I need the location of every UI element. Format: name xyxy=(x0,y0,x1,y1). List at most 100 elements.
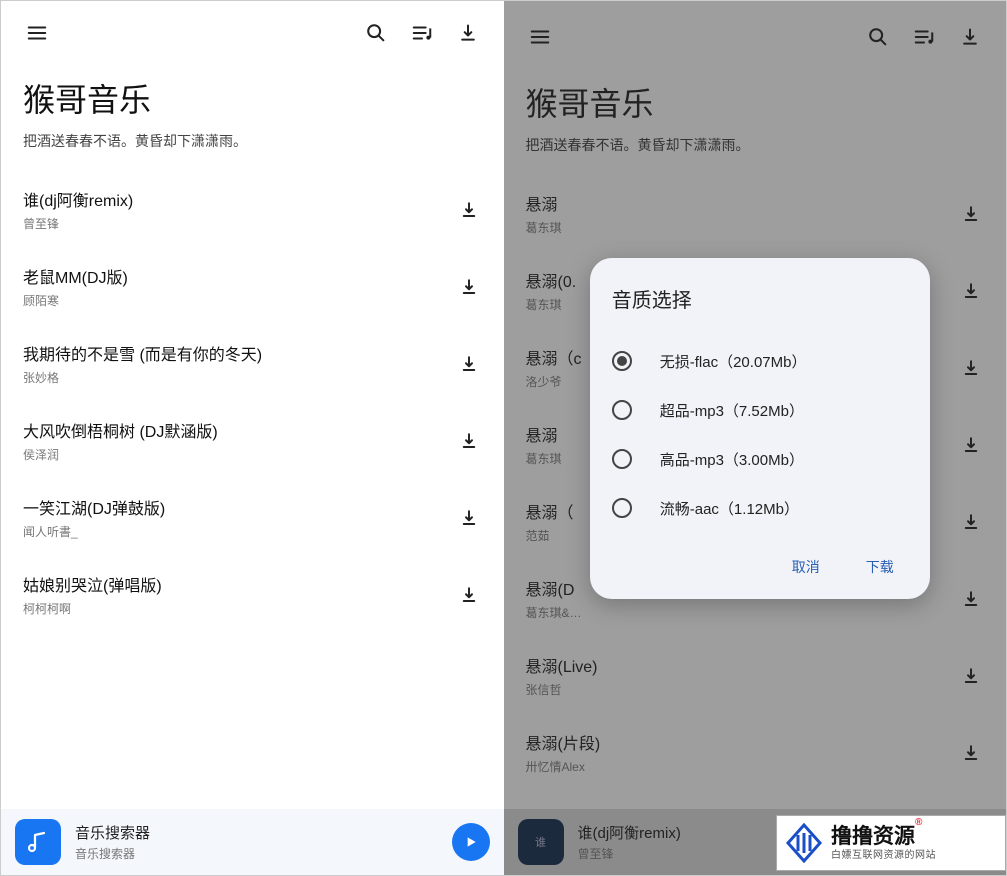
playlist-icon[interactable] xyxy=(404,15,440,51)
song-download-button[interactable] xyxy=(456,582,482,608)
topbar-right xyxy=(504,1,1007,69)
song-info: 悬溺(片段) 卅忆情Alex xyxy=(526,730,951,775)
song-artist: 柯柯柯啊 xyxy=(23,600,448,617)
song-artist: 顾陌寒 xyxy=(23,292,448,309)
quality-option[interactable]: 流畅-aac（1.12Mb） xyxy=(612,484,908,533)
song-artist: 侯泽润 xyxy=(23,446,448,463)
watermark-logo-icon xyxy=(783,822,825,864)
song-artist: 张信哲 xyxy=(526,681,951,698)
player-subtitle: 音乐搜索器 xyxy=(75,845,452,862)
song-download-button[interactable] xyxy=(456,505,482,531)
album-cover: 谁 xyxy=(518,819,564,865)
watermark-subtitle: 白嫖互联网资源的网站 xyxy=(831,850,936,862)
song-artist: 闻人听書_ xyxy=(23,523,448,540)
quality-option-label: 高品-mp3（3.00Mb） xyxy=(660,449,804,470)
left-pane: 猴哥音乐 把酒送春春不语。黄昏却下潇潇雨。 谁(dj阿衡remix) 曾至锋老鼠M… xyxy=(1,1,504,875)
music-note-icon xyxy=(15,819,61,865)
app-title: 猴哥音乐 xyxy=(526,79,985,125)
watermark-reg: ® xyxy=(915,817,922,828)
dialog-title: 音质选择 xyxy=(612,284,908,313)
radio-icon xyxy=(612,449,632,469)
song-row[interactable]: 老鼠MM(DJ版) 顾陌寒 xyxy=(1,248,504,325)
menu-icon[interactable] xyxy=(19,15,55,51)
header-left: 猴哥音乐 把酒送春春不语。黄昏却下潇潇雨。 xyxy=(1,65,504,171)
download-button[interactable]: 下载 xyxy=(862,551,898,583)
song-info: 大风吹倒梧桐树 (DJ默涵版) 侯泽润 xyxy=(23,418,448,463)
watermark: 撸撸资源® 白嫖互联网资源的网站 xyxy=(776,815,1006,871)
quality-option-label: 流畅-aac（1.12Mb） xyxy=(660,498,799,519)
song-info: 悬溺葛东琪 xyxy=(526,191,951,236)
quality-option-label: 超品-mp3（7.52Mb） xyxy=(660,400,804,421)
radio-icon xyxy=(612,400,632,420)
song-title: 老鼠MM(DJ版) xyxy=(23,264,448,288)
song-download-button[interactable] xyxy=(456,197,482,223)
menu-icon[interactable] xyxy=(522,19,558,55)
app-subtitle: 把酒送春春不语。黄昏却下潇潇雨。 xyxy=(526,135,985,155)
song-row[interactable]: 悬溺(Live) 张信哲 xyxy=(504,637,1007,714)
radio-icon xyxy=(612,498,632,518)
watermark-title: 撸撸资源 xyxy=(831,825,915,848)
song-info: 我期待的不是雪 (而是有你的冬天) 张妙格 xyxy=(23,341,448,386)
song-title: 悬溺(片段) xyxy=(526,730,951,754)
song-download-button[interactable] xyxy=(958,201,984,227)
header-right: 猴哥音乐 把酒送春春不语。黄昏却下潇潇雨。 xyxy=(504,69,1007,175)
song-info: 悬溺(Live) 张信哲 xyxy=(526,653,951,698)
search-icon[interactable] xyxy=(860,19,896,55)
song-download-button[interactable] xyxy=(958,278,984,304)
player-title: 音乐搜索器 xyxy=(75,822,452,843)
radio-icon xyxy=(612,351,632,371)
song-artist: 张妙格 xyxy=(23,369,448,386)
song-download-button[interactable] xyxy=(958,663,984,689)
quality-dialog: 音质选择 无损-flac（20.07Mb） 超品-mp3（7.52Mb） 高品-mp… xyxy=(590,258,930,599)
topbar-left xyxy=(1,1,504,65)
app-subtitle: 把酒送春春不语。黄昏却下潇潇雨。 xyxy=(23,131,482,151)
song-row[interactable]: 悬溺葛东琪 xyxy=(504,175,1007,252)
song-download-button[interactable] xyxy=(456,351,482,377)
quality-option[interactable]: 超品-mp3（7.52Mb） xyxy=(612,386,908,435)
song-title: 姑娘别哭泣(弹唱版) xyxy=(23,572,448,596)
playlist-icon[interactable] xyxy=(906,19,942,55)
song-title: 悬溺 xyxy=(526,191,951,215)
song-row[interactable]: 悬溺 xyxy=(504,791,1007,809)
right-pane: 猴哥音乐 把酒送春春不语。黄昏却下潇潇雨。 悬溺葛东琪悬溺(0.葛东琪悬溺（c洛… xyxy=(504,1,1007,875)
song-row[interactable]: 我期待的不是雪 (而是有你的冬天) 张妙格 xyxy=(1,325,504,402)
quality-option[interactable]: 高品-mp3（3.00Mb） xyxy=(612,435,908,484)
song-download-button[interactable] xyxy=(456,274,482,300)
song-info: 姑娘别哭泣(弹唱版) 柯柯柯啊 xyxy=(23,572,448,617)
song-row[interactable]: 大风吹倒梧桐树 (DJ默涵版) 侯泽润 xyxy=(1,402,504,479)
song-title: 悬溺(Live) xyxy=(526,653,951,677)
song-row[interactable]: 谁(dj阿衡remix) 曾至锋 xyxy=(1,171,504,248)
song-download-button[interactable] xyxy=(958,355,984,381)
song-artist: 葛东琪 xyxy=(526,219,951,236)
search-icon[interactable] xyxy=(358,15,394,51)
song-title: 一笑江湖(DJ弹鼓版) xyxy=(23,495,448,519)
song-artist: 葛东琪&… xyxy=(526,604,951,621)
app-title: 猴哥音乐 xyxy=(23,75,482,121)
dialog-actions: 取消 下载 xyxy=(612,533,908,583)
song-row[interactable]: 姑娘别哭泣(弹唱版) 柯柯柯啊 xyxy=(1,556,504,633)
song-artist: 曾至锋 xyxy=(23,215,448,232)
song-download-button[interactable] xyxy=(958,509,984,535)
player-bar-left[interactable]: 音乐搜索器 音乐搜索器 xyxy=(1,809,504,875)
download-icon[interactable] xyxy=(952,19,988,55)
song-title: 大风吹倒梧桐树 (DJ默涵版) xyxy=(23,418,448,442)
song-artist: 卅忆情Alex xyxy=(526,758,951,775)
song-title: 我期待的不是雪 (而是有你的冬天) xyxy=(23,341,448,365)
song-download-button[interactable] xyxy=(958,586,984,612)
play-button[interactable] xyxy=(452,823,490,861)
song-title: 谁(dj阿衡remix) xyxy=(23,187,448,211)
quality-option[interactable]: 无损-flac（20.07Mb） xyxy=(612,337,908,386)
song-info: 一笑江湖(DJ弹鼓版) 闻人听書_ xyxy=(23,495,448,540)
quality-option-label: 无损-flac（20.07Mb） xyxy=(660,351,807,372)
cancel-button[interactable]: 取消 xyxy=(788,551,824,583)
song-download-button[interactable] xyxy=(456,428,482,454)
player-info: 音乐搜索器 音乐搜索器 xyxy=(75,822,452,862)
song-row[interactable]: 一笑江湖(DJ弹鼓版) 闻人听書_ xyxy=(1,479,504,556)
song-info: 老鼠MM(DJ版) 顾陌寒 xyxy=(23,264,448,309)
download-icon[interactable] xyxy=(450,15,486,51)
song-row[interactable]: 悬溺(片段) 卅忆情Alex xyxy=(504,714,1007,791)
song-download-button[interactable] xyxy=(958,740,984,766)
song-download-button[interactable] xyxy=(958,432,984,458)
song-info: 谁(dj阿衡remix) 曾至锋 xyxy=(23,187,448,232)
song-list-left[interactable]: 谁(dj阿衡remix) 曾至锋老鼠MM(DJ版) 顾陌寒我期待的不是雪 (而是有你… xyxy=(1,171,504,809)
